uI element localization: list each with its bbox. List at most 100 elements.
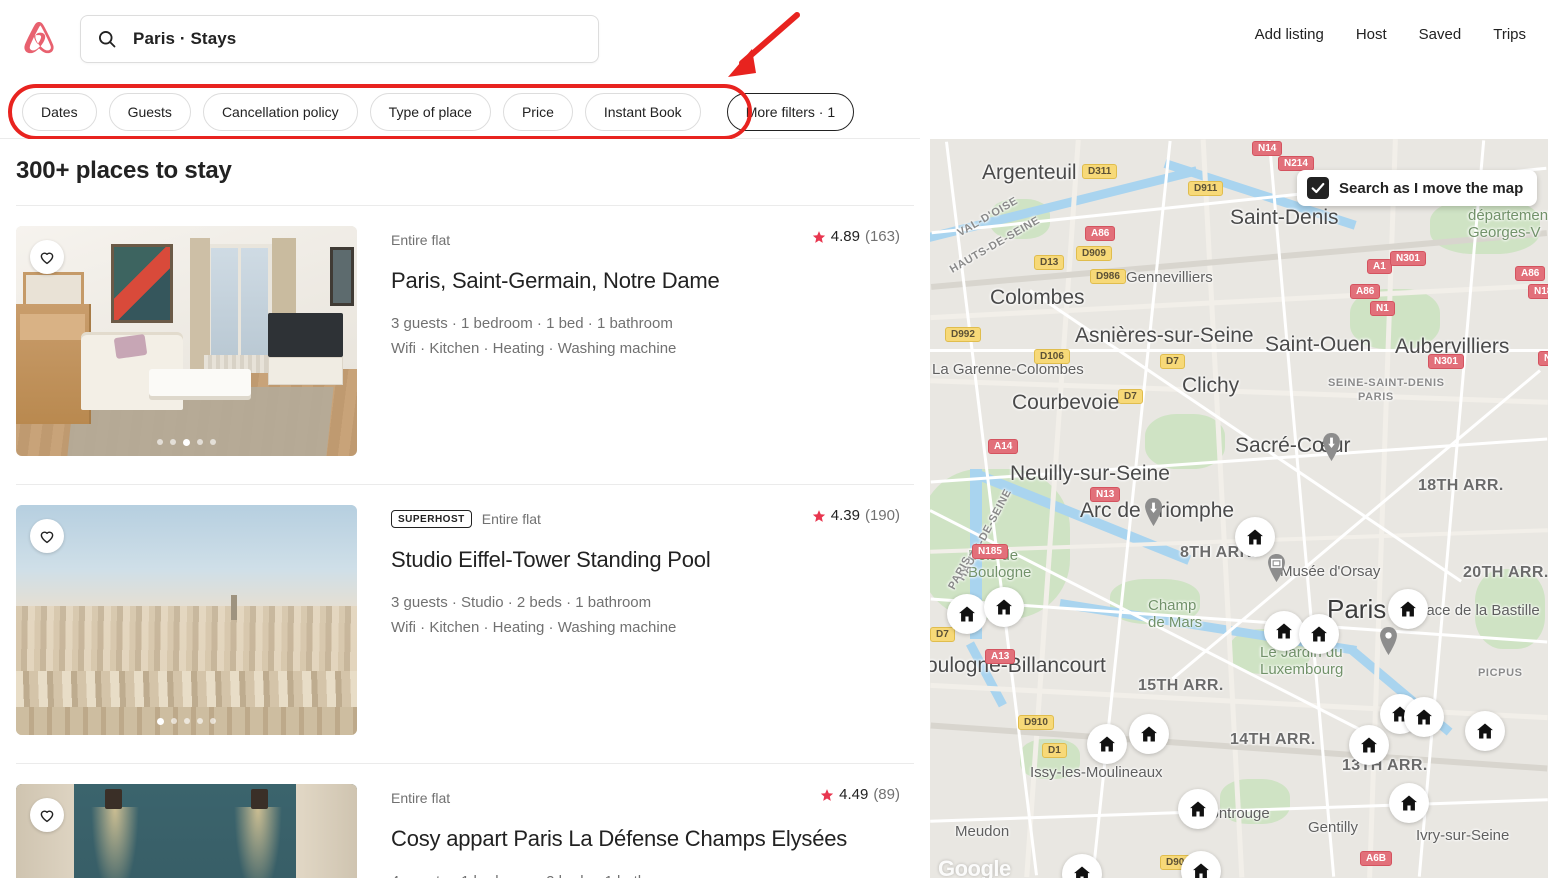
listing-type: Entire flat [391, 790, 450, 806]
photo-carousel-dots[interactable] [16, 439, 357, 446]
results-panel[interactable]: 300+ places to stay [0, 139, 930, 878]
listing-amenities: Wifi · Kitchen · Heating · Washing machi… [391, 337, 914, 361]
map-label-saint-ouen: Saint-Ouen [1265, 333, 1371, 357]
road-shield: D7 [1160, 354, 1185, 369]
listing-meta: 4 guests · 1 bedroom · 2 beds · 1 bathro… [391, 870, 914, 878]
listing-photo[interactable] [16, 784, 357, 878]
road-shield: N2 [1538, 351, 1548, 366]
nav-host[interactable]: Host [1356, 26, 1387, 43]
monument-poi-icon[interactable] [1320, 432, 1343, 462]
map-label-gennevilliers: Gennevilliers [1126, 269, 1213, 286]
listing-photo-image [16, 505, 357, 735]
listing-photo[interactable] [16, 226, 357, 456]
listing-info: SUPERHOST Entire flat Studio Eiffel-Towe… [357, 505, 914, 735]
listing-details: 4 guests · 1 bedroom · 2 beds · 1 bathro… [391, 870, 914, 878]
road-shield: D910 [1018, 715, 1054, 730]
map-label-asnieres-sur-seine: Asnières-sur-Seine [1075, 324, 1254, 348]
road-shield: A1 [1367, 259, 1392, 274]
listing-info: Entire flat Paris, Saint-Germain, Notre … [357, 226, 914, 456]
map-marker-listing[interactable] [1181, 851, 1221, 878]
road-shield: D7 [1118, 389, 1143, 404]
nav-add-listing[interactable]: Add listing [1255, 26, 1324, 43]
map-label-14th-arr: 14TH ARR. [1230, 731, 1316, 749]
filter-pill-price[interactable]: Price [503, 93, 573, 131]
listing-meta: 3 guests · Studio · 2 beds · 1 bathroom … [391, 591, 914, 640]
star-icon [820, 788, 834, 802]
landmark-poi-icon[interactable] [1377, 626, 1400, 656]
superhost-badge: SUPERHOST [391, 510, 472, 528]
map-label-argenteuil: Argenteuil [982, 161, 1077, 185]
map-marker-listing[interactable] [984, 587, 1024, 627]
monument-poi-icon[interactable] [1142, 497, 1165, 527]
road-shield: A86 [1515, 266, 1545, 281]
road-shield: D106 [1034, 349, 1070, 364]
map-marker-listing[interactable] [1235, 517, 1275, 557]
map-label-saint-denis: Saint-Denis [1230, 206, 1339, 230]
road-shield: N301 [1428, 354, 1464, 369]
museum-poi-icon[interactable] [1265, 553, 1288, 583]
map-label-15th-arr: 15TH ARR. [1138, 677, 1224, 695]
filter-pill-guests[interactable]: Guests [109, 93, 191, 131]
map-marker-listing[interactable] [1264, 611, 1304, 651]
map-label-meudon: Meudon [955, 823, 1009, 840]
map-label-picpus: PICPUS [1478, 667, 1523, 679]
photo-carousel-dots[interactable] [16, 718, 357, 725]
filter-pill-cancellation-policy[interactable]: Cancellation policy [203, 93, 358, 131]
map-marker-listing[interactable] [1087, 724, 1127, 764]
search-input[interactable]: Paris · Stays [80, 15, 599, 63]
map-label-neuilly-sur-seine: Neuilly-sur-Seine [1010, 462, 1170, 486]
airbnb-logo[interactable] [18, 18, 60, 62]
listing-type: Entire flat [482, 511, 541, 527]
rating-count: (163) [865, 228, 900, 245]
save-to-wishlist-button[interactable] [30, 798, 64, 832]
filter-pill-dates[interactable]: Dates [22, 93, 97, 131]
road-shield: D7 [930, 627, 955, 642]
map-marker-listing[interactable] [1388, 589, 1428, 629]
map-panel[interactable]: Argenteuil Colombes Gennevilliers Asnièr… [930, 139, 1548, 878]
road-shield: N13 [1090, 487, 1120, 502]
rating-score: 4.89 [831, 228, 860, 245]
road-shield: D13 [1034, 255, 1064, 270]
listing-card[interactable]: Entire flat Cosy appart Paris La Défense… [0, 764, 930, 878]
listing-title[interactable]: Cosy appart Paris La Défense Champs Elys… [391, 826, 914, 852]
map-marker-listing[interactable] [1404, 697, 1444, 737]
road-shield: N186 [1528, 284, 1548, 299]
listing-photo[interactable] [16, 505, 357, 735]
checkbox-icon[interactable] [1307, 177, 1329, 199]
listing-card[interactable]: SUPERHOST Entire flat Studio Eiffel-Towe… [0, 485, 930, 735]
road-shield: D311 [1082, 164, 1117, 179]
map-marker-listing[interactable] [947, 594, 987, 634]
map-marker-listing[interactable] [1299, 614, 1339, 654]
listing-amenities: Wifi · Kitchen · Heating · Washing machi… [391, 616, 914, 640]
map-attribution: Google [938, 856, 1011, 878]
results-heading: 300+ places to stay [0, 139, 930, 185]
road-shield: A14 [988, 439, 1018, 454]
map-marker-listing[interactable] [1389, 783, 1429, 823]
listing-title[interactable]: Paris, Saint-Germain, Notre Dame [391, 268, 914, 294]
map-marker-listing[interactable] [1465, 711, 1505, 751]
listing-photo-image [16, 784, 357, 878]
save-to-wishlist-button[interactable] [30, 519, 64, 553]
nav-trips[interactable]: Trips [1493, 26, 1526, 43]
map-label-18th-arr: 18TH ARR. [1418, 477, 1504, 495]
filter-pill-instant-book[interactable]: Instant Book [585, 93, 701, 131]
map-marker-listing[interactable] [1349, 725, 1389, 765]
listing-photo-image [16, 226, 357, 456]
search-as-i-move-toggle[interactable]: Search as I move the map [1297, 170, 1537, 206]
listing-title[interactable]: Studio Eiffel-Tower Standing Pool [391, 547, 914, 573]
site-header: Paris · Stays Add listing Host Saved Tri… [0, 0, 1548, 80]
listing-rating: 4.89 (163) [812, 228, 900, 245]
more-filters-button[interactable]: More filters · 1 [727, 93, 854, 131]
map-marker-listing[interactable] [1129, 714, 1169, 754]
road-shield: A6B [1360, 851, 1392, 866]
road-shield: N185 [972, 544, 1008, 559]
road-shield: A86 [1350, 284, 1380, 299]
road-shield: N301 [1390, 251, 1426, 266]
map-label-ivry-sur-seine: Ivry-sur-Seine [1416, 827, 1509, 844]
save-to-wishlist-button[interactable] [30, 240, 64, 274]
filter-pill-type-of-place[interactable]: Type of place [370, 93, 491, 131]
map-marker-listing[interactable] [1178, 789, 1218, 829]
listing-card[interactable]: Entire flat Paris, Saint-Germain, Notre … [0, 206, 930, 456]
nav-saved[interactable]: Saved [1419, 26, 1462, 43]
road-shield: D909 [1076, 246, 1112, 261]
